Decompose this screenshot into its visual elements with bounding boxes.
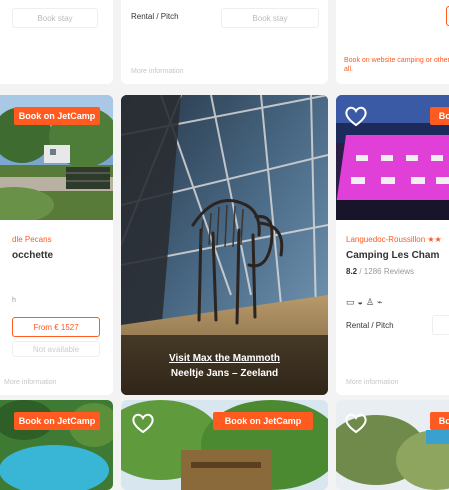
listing-card-row1-left[interactable]: Book stay <box>0 0 113 84</box>
amenity-icons: ▭◒♙⌁ <box>346 297 385 308</box>
listing-card-row2-right[interactable]: Book Languedoc-Roussillon ★★ Camping Les… <box>336 95 449 395</box>
book-on-jetcamp-badge[interactable]: Book <box>430 107 449 125</box>
book-on-jetcamp-badge[interactable]: Book on JetCamp <box>14 412 100 430</box>
more-information-link[interactable]: More information <box>131 68 184 75</box>
small-text: h <box>12 297 16 304</box>
region-label: dle Pecans <box>12 235 52 244</box>
listing-card-row3-middle[interactable]: Book on JetCamp <box>121 400 328 490</box>
listing-type: Rental / Pitch <box>131 12 179 21</box>
campsite-photo[interactable]: Book <box>336 95 449 220</box>
review-count[interactable]: / 1286 Reviews <box>359 267 414 276</box>
advertisement-card[interactable]: Visit Max the Mammoth Neeltje Jans – Zee… <box>121 95 328 395</box>
listing-card-row1-middle[interactable]: Rental / Pitch Book stay More informatio… <box>121 0 328 84</box>
book-on-website-link[interactable]: Book on website camping or other all. <box>344 56 449 74</box>
availability-button[interactable]: Not available <box>12 341 100 357</box>
heart-icon[interactable] <box>131 412 155 434</box>
price-button[interactable]: From € 1527 <box>12 317 100 337</box>
more-information-link[interactable]: More information <box>4 379 57 386</box>
pool-icon: ◒ <box>357 297 366 307</box>
listing-card-row3-right[interactable]: Book <box>336 400 449 490</box>
book-on-jetcamp-badge[interactable]: Book on JetCamp <box>213 412 313 430</box>
listing-card-row1-right[interactable]: Book on website camping or other all. <box>336 0 449 84</box>
book-on-jetcamp-badge[interactable]: Book on JetCamp <box>14 107 100 125</box>
listing-card-row2-left[interactable]: Book on JetCamp dle Pecans occhette h Fr… <box>0 95 113 395</box>
heart-icon[interactable] <box>344 105 368 127</box>
book-stay-button[interactable]: Book stay <box>221 8 319 28</box>
listing-card-row3-left[interactable]: Book on JetCamp <box>0 400 113 490</box>
ad-subline: Neeltje Jans – Zeeland <box>170 368 279 379</box>
campsite-name[interactable]: Camping Les Cham <box>346 250 439 261</box>
more-information-link[interactable]: More information <box>346 379 399 386</box>
person-icon: ♙ <box>365 297 378 307</box>
rating-row: 8.2 / 1286 Reviews <box>346 267 414 276</box>
campsite-photo[interactable]: Book on JetCamp <box>0 95 113 220</box>
heart-icon[interactable] <box>344 412 368 434</box>
book-on-jetcamp-badge[interactable]: Book <box>430 412 449 430</box>
ad-headline: Visit Max the Mammoth <box>169 353 280 364</box>
book-stay-button[interactable] <box>432 315 449 335</box>
mammoth-museum-photo <box>121 95 328 395</box>
pet-icon: ⌁ <box>377 297 386 307</box>
campsite-name[interactable]: occhette <box>12 250 53 261</box>
region-label: Languedoc-Roussillon ★★ <box>346 235 442 244</box>
rating-score: 8.2 <box>346 267 358 276</box>
tent-icon: ▭ <box>346 297 358 307</box>
book-stay-button[interactable]: Book stay <box>12 8 98 28</box>
listing-type: Rental / Pitch <box>346 321 394 330</box>
